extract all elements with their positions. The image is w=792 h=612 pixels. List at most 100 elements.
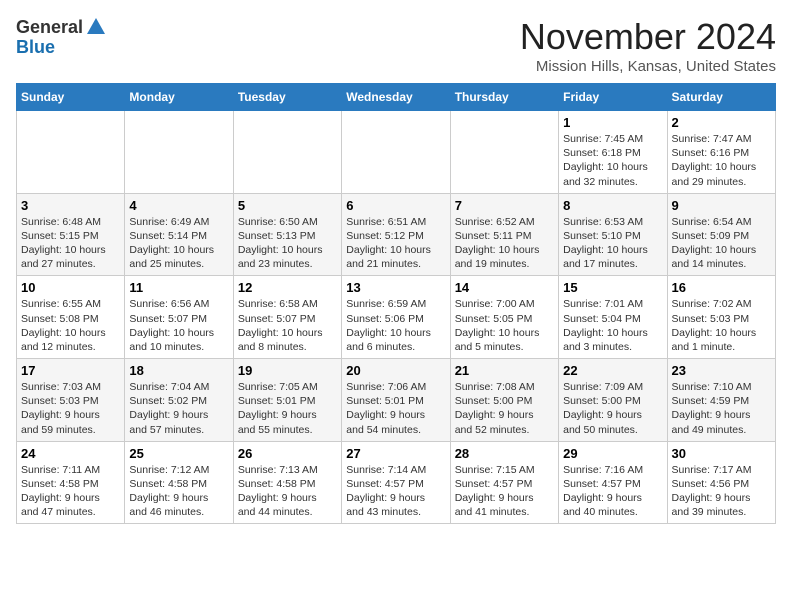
day-number: 4 bbox=[129, 198, 228, 213]
day-number: 19 bbox=[238, 363, 337, 378]
day-info: Sunrise: 7:12 AM Sunset: 4:58 PM Dayligh… bbox=[129, 463, 228, 520]
day-number: 12 bbox=[238, 280, 337, 295]
day-info: Sunrise: 7:00 AM Sunset: 5:05 PM Dayligh… bbox=[455, 297, 554, 354]
day-info: Sunrise: 6:52 AM Sunset: 5:11 PM Dayligh… bbox=[455, 215, 554, 272]
calendar-cell: 13 Sunrise: 6:59 AM Sunset: 5:06 PM Dayli… bbox=[342, 276, 450, 359]
day-header-friday: Friday bbox=[559, 84, 667, 111]
calendar-cell: 15Sunrise: 7:01 AM Sunset: 5:04 PM Dayli… bbox=[559, 276, 667, 359]
day-number: 21 bbox=[455, 363, 554, 378]
day-header-tuesday: Tuesday bbox=[233, 84, 341, 111]
day-number: 13 bbox=[346, 280, 445, 295]
week-row-5: 24Sunrise: 7:11 AM Sunset: 4:58 PM Dayli… bbox=[17, 441, 776, 524]
day-info: Sunrise: 6:54 AM Sunset: 5:09 PM Dayligh… bbox=[672, 215, 771, 272]
calendar-cell: 5 Sunrise: 6:50 AM Sunset: 5:13 PM Daylig… bbox=[233, 193, 341, 276]
calendar-cell: 19 Sunrise: 7:05 AM Sunset: 5:01 PM Dayli… bbox=[233, 359, 341, 442]
day-number: 29 bbox=[563, 446, 662, 461]
day-info: Sunrise: 7:06 AM Sunset: 5:01 PM Dayligh… bbox=[346, 380, 445, 437]
logo: General Blue bbox=[16, 16, 107, 56]
day-number: 7 bbox=[455, 198, 554, 213]
calendar-cell: 6Sunrise: 6:51 AM Sunset: 5:12 PM Daylig… bbox=[342, 193, 450, 276]
day-number: 3 bbox=[21, 198, 120, 213]
day-info: Sunrise: 7:01 AM Sunset: 5:04 PM Dayligh… bbox=[563, 297, 662, 354]
day-number: 18 bbox=[129, 363, 228, 378]
calendar-cell: 14 Sunrise: 7:00 AM Sunset: 5:05 PM Dayli… bbox=[450, 276, 558, 359]
day-number: 14 bbox=[455, 280, 554, 295]
day-number: 24 bbox=[21, 446, 120, 461]
day-info: Sunrise: 7:02 AM Sunset: 5:03 PM Dayligh… bbox=[672, 297, 771, 354]
day-info: Sunrise: 6:55 AM Sunset: 5:08 PM Dayligh… bbox=[21, 297, 120, 354]
day-info: Sunrise: 7:05 AM Sunset: 5:01 PM Dayligh… bbox=[238, 380, 337, 437]
logo-blue-text: Blue bbox=[16, 38, 55, 56]
day-info: Sunrise: 7:17 AM Sunset: 4:56 PM Dayligh… bbox=[672, 463, 771, 520]
day-number: 23 bbox=[672, 363, 771, 378]
calendar-cell: 2 Sunrise: 7:47 AM Sunset: 6:16 PM Daylig… bbox=[667, 111, 775, 194]
day-number: 10 bbox=[21, 280, 120, 295]
day-info: Sunrise: 6:49 AM Sunset: 5:14 PM Dayligh… bbox=[129, 215, 228, 272]
calendar-cell: 10 Sunrise: 6:55 AM Sunset: 5:08 PM Dayli… bbox=[17, 276, 125, 359]
day-number: 27 bbox=[346, 446, 445, 461]
day-number: 6 bbox=[346, 198, 445, 213]
calendar-cell: 4 Sunrise: 6:49 AM Sunset: 5:14 PM Daylig… bbox=[125, 193, 233, 276]
calendar-cell: 24Sunrise: 7:11 AM Sunset: 4:58 PM Dayli… bbox=[17, 441, 125, 524]
day-header-thursday: Thursday bbox=[450, 84, 558, 111]
calendar-cell: 8 Sunrise: 6:53 AM Sunset: 5:10 PM Daylig… bbox=[559, 193, 667, 276]
calendar-cell: 18Sunrise: 7:04 AM Sunset: 5:02 PM Dayli… bbox=[125, 359, 233, 442]
calendar-table: SundayMondayTuesdayWednesdayThursdayFrid… bbox=[16, 83, 776, 524]
title-block: November 2024 Mission Hills, Kansas, Uni… bbox=[520, 16, 776, 75]
calendar-cell: 29 Sunrise: 7:16 AM Sunset: 4:57 PM Dayli… bbox=[559, 441, 667, 524]
calendar-cell: 25 Sunrise: 7:12 AM Sunset: 4:58 PM Dayli… bbox=[125, 441, 233, 524]
day-info: Sunrise: 6:50 AM Sunset: 5:13 PM Dayligh… bbox=[238, 215, 337, 272]
calendar-cell: 27 Sunrise: 7:14 AM Sunset: 4:57 PM Dayli… bbox=[342, 441, 450, 524]
day-number: 30 bbox=[672, 446, 771, 461]
day-number: 1 bbox=[563, 115, 662, 130]
calendar-cell bbox=[450, 111, 558, 194]
calendar-cell bbox=[342, 111, 450, 194]
calendar-cell: 20 Sunrise: 7:06 AM Sunset: 5:01 PM Dayli… bbox=[342, 359, 450, 442]
day-info: Sunrise: 6:56 AM Sunset: 5:07 PM Dayligh… bbox=[129, 297, 228, 354]
calendar-cell bbox=[17, 111, 125, 194]
day-info: Sunrise: 7:10 AM Sunset: 4:59 PM Dayligh… bbox=[672, 380, 771, 437]
day-info: Sunrise: 6:59 AM Sunset: 5:06 PM Dayligh… bbox=[346, 297, 445, 354]
day-info: Sunrise: 7:09 AM Sunset: 5:00 PM Dayligh… bbox=[563, 380, 662, 437]
day-number: 11 bbox=[129, 280, 228, 295]
day-info: Sunrise: 7:16 AM Sunset: 4:57 PM Dayligh… bbox=[563, 463, 662, 520]
day-number: 25 bbox=[129, 446, 228, 461]
day-number: 2 bbox=[672, 115, 771, 130]
day-number: 5 bbox=[238, 198, 337, 213]
day-number: 22 bbox=[563, 363, 662, 378]
location-title: Mission Hills, Kansas, United States bbox=[520, 58, 776, 75]
calendar-cell: 28Sunrise: 7:15 AM Sunset: 4:57 PM Dayli… bbox=[450, 441, 558, 524]
week-row-4: 17Sunrise: 7:03 AM Sunset: 5:03 PM Dayli… bbox=[17, 359, 776, 442]
week-row-1: 1 Sunrise: 7:45 AM Sunset: 6:18 PM Daylig… bbox=[17, 111, 776, 194]
day-header-saturday: Saturday bbox=[667, 84, 775, 111]
calendar-cell: 3 Sunrise: 6:48 AM Sunset: 5:15 PM Daylig… bbox=[17, 193, 125, 276]
page-header: General Blue November 2024 Mission Hills… bbox=[16, 16, 776, 75]
day-info: Sunrise: 7:13 AM Sunset: 4:58 PM Dayligh… bbox=[238, 463, 337, 520]
day-info: Sunrise: 6:48 AM Sunset: 5:15 PM Dayligh… bbox=[21, 215, 120, 272]
day-info: Sunrise: 7:45 AM Sunset: 6:18 PM Dayligh… bbox=[563, 132, 662, 189]
logo-icon bbox=[85, 16, 107, 38]
day-header-sunday: Sunday bbox=[17, 84, 125, 111]
calendar-cell: 22 Sunrise: 7:09 AM Sunset: 5:00 PM Dayli… bbox=[559, 359, 667, 442]
day-info: Sunrise: 6:53 AM Sunset: 5:10 PM Dayligh… bbox=[563, 215, 662, 272]
day-header-monday: Monday bbox=[125, 84, 233, 111]
day-info: Sunrise: 6:58 AM Sunset: 5:07 PM Dayligh… bbox=[238, 297, 337, 354]
calendar-cell: 21Sunrise: 7:08 AM Sunset: 5:00 PM Dayli… bbox=[450, 359, 558, 442]
day-number: 20 bbox=[346, 363, 445, 378]
day-header-wednesday: Wednesday bbox=[342, 84, 450, 111]
day-info: Sunrise: 7:47 AM Sunset: 6:16 PM Dayligh… bbox=[672, 132, 771, 189]
calendar-cell: 12 Sunrise: 6:58 AM Sunset: 5:07 PM Dayli… bbox=[233, 276, 341, 359]
day-number: 8 bbox=[563, 198, 662, 213]
days-header-row: SundayMondayTuesdayWednesdayThursdayFrid… bbox=[17, 84, 776, 111]
day-number: 9 bbox=[672, 198, 771, 213]
calendar-cell: 16 Sunrise: 7:02 AM Sunset: 5:03 PM Dayli… bbox=[667, 276, 775, 359]
day-info: Sunrise: 7:14 AM Sunset: 4:57 PM Dayligh… bbox=[346, 463, 445, 520]
week-row-2: 3 Sunrise: 6:48 AM Sunset: 5:15 PM Daylig… bbox=[17, 193, 776, 276]
calendar-cell: 30 Sunrise: 7:17 AM Sunset: 4:56 PM Dayli… bbox=[667, 441, 775, 524]
day-number: 17 bbox=[21, 363, 120, 378]
calendar-cell: 9 Sunrise: 6:54 AM Sunset: 5:09 PM Daylig… bbox=[667, 193, 775, 276]
day-number: 16 bbox=[672, 280, 771, 295]
calendar-cell bbox=[233, 111, 341, 194]
calendar-cell: 11 Sunrise: 6:56 AM Sunset: 5:07 PM Dayli… bbox=[125, 276, 233, 359]
calendar-cell: 23 Sunrise: 7:10 AM Sunset: 4:59 PM Dayli… bbox=[667, 359, 775, 442]
